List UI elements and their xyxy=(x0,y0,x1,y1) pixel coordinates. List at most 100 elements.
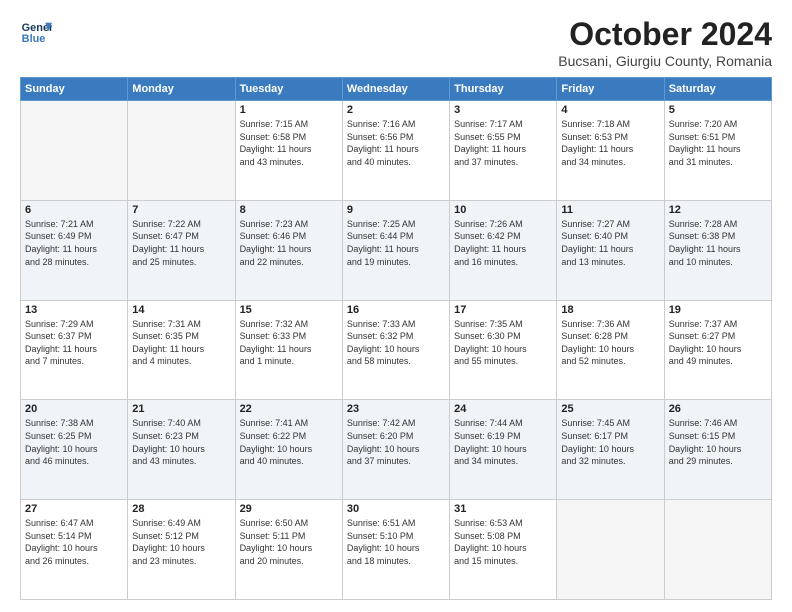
day-number: 17 xyxy=(454,304,552,316)
logo-icon: General Blue xyxy=(20,16,52,48)
day-info: Sunrise: 7:22 AM Sunset: 6:47 PM Dayligh… xyxy=(132,218,230,268)
calendar-cell: 16Sunrise: 7:33 AM Sunset: 6:32 PM Dayli… xyxy=(342,300,449,400)
day-info: Sunrise: 7:37 AM Sunset: 6:27 PM Dayligh… xyxy=(669,318,767,368)
day-number: 24 xyxy=(454,403,552,415)
calendar-cell xyxy=(557,500,664,600)
day-number: 22 xyxy=(240,403,338,415)
title-block: October 2024 Bucsani, Giurgiu County, Ro… xyxy=(558,16,772,69)
day-number: 30 xyxy=(347,503,445,515)
calendar-cell: 1 Sunrise: 7:15 AM Sunset: 6:58 PM Daylig… xyxy=(235,101,342,201)
calendar-cell: 17 Sunrise: 7:35 AM Sunset: 6:30 PM Dayli… xyxy=(450,300,557,400)
day-number: 19 xyxy=(669,304,767,316)
day-info: Sunrise: 7:16 AM Sunset: 6:56 PM Dayligh… xyxy=(347,118,445,168)
calendar-cell: 10 Sunrise: 7:26 AM Sunset: 6:42 PM Dayli… xyxy=(450,200,557,300)
day-number: 7 xyxy=(132,204,230,216)
day-info: Sunrise: 7:33 AM Sunset: 6:32 PM Dayligh… xyxy=(347,318,445,368)
calendar-cell: 13 Sunrise: 7:29 AM Sunset: 6:37 PM Dayli… xyxy=(21,300,128,400)
day-info: Sunrise: 7:44 AM Sunset: 6:19 PM Dayligh… xyxy=(454,417,552,467)
day-number: 29 xyxy=(240,503,338,515)
day-number: 12 xyxy=(669,204,767,216)
day-number: 10 xyxy=(454,204,552,216)
calendar-cell: 4Sunrise: 7:18 AM Sunset: 6:53 PM Daylig… xyxy=(557,101,664,201)
subtitle: Bucsani, Giurgiu County, Romania xyxy=(558,53,772,69)
day-number: 5 xyxy=(669,104,767,116)
day-info: Sunrise: 7:27 AM Sunset: 6:40 PM Dayligh… xyxy=(561,218,659,268)
logo: General Blue xyxy=(20,16,52,48)
calendar-cell: 21 Sunrise: 7:40 AM Sunset: 6:23 PM Dayli… xyxy=(128,400,235,500)
calendar-cell: 24 Sunrise: 7:44 AM Sunset: 6:19 PM Dayli… xyxy=(450,400,557,500)
week-row-4: 20 Sunrise: 7:38 AM Sunset: 6:25 PM Dayli… xyxy=(21,400,772,500)
day-info: Sunrise: 7:25 AM Sunset: 6:44 PM Dayligh… xyxy=(347,218,445,268)
calendar-cell: 3 Sunrise: 7:17 AM Sunset: 6:55 PM Daylig… xyxy=(450,101,557,201)
col-header-tuesday: Tuesday xyxy=(235,78,342,101)
page: General Blue October 2024 Bucsani, Giurg… xyxy=(0,0,792,612)
day-info: Sunrise: 6:47 AM Sunset: 5:14 PM Dayligh… xyxy=(25,517,123,567)
calendar-cell: 22 Sunrise: 7:41 AM Sunset: 6:22 PM Dayli… xyxy=(235,400,342,500)
day-number: 3 xyxy=(454,104,552,116)
day-number: 13 xyxy=(25,304,123,316)
day-number: 26 xyxy=(669,403,767,415)
calendar-table: SundayMondayTuesdayWednesdayThursdayFrid… xyxy=(20,77,772,600)
calendar-cell: 20 Sunrise: 7:38 AM Sunset: 6:25 PM Dayli… xyxy=(21,400,128,500)
day-number: 21 xyxy=(132,403,230,415)
calendar-cell xyxy=(128,101,235,201)
day-number: 25 xyxy=(561,403,659,415)
day-info: Sunrise: 6:49 AM Sunset: 5:12 PM Dayligh… xyxy=(132,517,230,567)
calendar-cell: 28Sunrise: 6:49 AM Sunset: 5:12 PM Dayli… xyxy=(128,500,235,600)
day-info: Sunrise: 7:28 AM Sunset: 6:38 PM Dayligh… xyxy=(669,218,767,268)
day-info: Sunrise: 7:36 AM Sunset: 6:28 PM Dayligh… xyxy=(561,318,659,368)
day-info: Sunrise: 6:53 AM Sunset: 5:08 PM Dayligh… xyxy=(454,517,552,567)
day-number: 9 xyxy=(347,204,445,216)
calendar-cell: 11 Sunrise: 7:27 AM Sunset: 6:40 PM Dayli… xyxy=(557,200,664,300)
day-number: 18 xyxy=(561,304,659,316)
day-number: 14 xyxy=(132,304,230,316)
day-info: Sunrise: 7:21 AM Sunset: 6:49 PM Dayligh… xyxy=(25,218,123,268)
col-header-saturday: Saturday xyxy=(664,78,771,101)
day-info: Sunrise: 7:38 AM Sunset: 6:25 PM Dayligh… xyxy=(25,417,123,467)
day-info: Sunrise: 7:40 AM Sunset: 6:23 PM Dayligh… xyxy=(132,417,230,467)
day-info: Sunrise: 7:32 AM Sunset: 6:33 PM Dayligh… xyxy=(240,318,338,368)
calendar-cell: 26 Sunrise: 7:46 AM Sunset: 6:15 PM Dayli… xyxy=(664,400,771,500)
day-info: Sunrise: 7:29 AM Sunset: 6:37 PM Dayligh… xyxy=(25,318,123,368)
day-number: 11 xyxy=(561,204,659,216)
calendar-cell: 18 Sunrise: 7:36 AM Sunset: 6:28 PM Dayli… xyxy=(557,300,664,400)
day-info: Sunrise: 7:41 AM Sunset: 6:22 PM Dayligh… xyxy=(240,417,338,467)
calendar-cell: 8Sunrise: 7:23 AM Sunset: 6:46 PM Daylig… xyxy=(235,200,342,300)
day-info: Sunrise: 7:26 AM Sunset: 6:42 PM Dayligh… xyxy=(454,218,552,268)
calendar-cell: 14 Sunrise: 7:31 AM Sunset: 6:35 PM Dayli… xyxy=(128,300,235,400)
day-number: 1 xyxy=(240,104,338,116)
day-number: 8 xyxy=(240,204,338,216)
day-number: 23 xyxy=(347,403,445,415)
calendar-cell: 15 Sunrise: 7:32 AM Sunset: 6:33 PM Dayli… xyxy=(235,300,342,400)
calendar-cell: 9 Sunrise: 7:25 AM Sunset: 6:44 PM Daylig… xyxy=(342,200,449,300)
col-header-monday: Monday xyxy=(128,78,235,101)
day-info: Sunrise: 7:17 AM Sunset: 6:55 PM Dayligh… xyxy=(454,118,552,168)
calendar-cell: 12 Sunrise: 7:28 AM Sunset: 6:38 PM Dayli… xyxy=(664,200,771,300)
day-info: Sunrise: 7:15 AM Sunset: 6:58 PM Dayligh… xyxy=(240,118,338,168)
col-header-wednesday: Wednesday xyxy=(342,78,449,101)
day-info: Sunrise: 7:46 AM Sunset: 6:15 PM Dayligh… xyxy=(669,417,767,467)
week-row-2: 6 Sunrise: 7:21 AM Sunset: 6:49 PM Daylig… xyxy=(21,200,772,300)
main-title: October 2024 xyxy=(558,16,772,53)
calendar-header-row: SundayMondayTuesdayWednesdayThursdayFrid… xyxy=(21,78,772,101)
col-header-thursday: Thursday xyxy=(450,78,557,101)
day-info: Sunrise: 7:18 AM Sunset: 6:53 PM Dayligh… xyxy=(561,118,659,168)
day-number: 31 xyxy=(454,503,552,515)
day-info: Sunrise: 6:51 AM Sunset: 5:10 PM Dayligh… xyxy=(347,517,445,567)
day-info: Sunrise: 7:42 AM Sunset: 6:20 PM Dayligh… xyxy=(347,417,445,467)
day-number: 20 xyxy=(25,403,123,415)
day-number: 6 xyxy=(25,204,123,216)
day-info: Sunrise: 7:31 AM Sunset: 6:35 PM Dayligh… xyxy=(132,318,230,368)
svg-text:Blue: Blue xyxy=(22,33,46,45)
calendar-cell: 25Sunrise: 7:45 AM Sunset: 6:17 PM Dayli… xyxy=(557,400,664,500)
calendar-cell: 7 Sunrise: 7:22 AM Sunset: 6:47 PM Daylig… xyxy=(128,200,235,300)
calendar-cell: 27Sunrise: 6:47 AM Sunset: 5:14 PM Dayli… xyxy=(21,500,128,600)
week-row-5: 27Sunrise: 6:47 AM Sunset: 5:14 PM Dayli… xyxy=(21,500,772,600)
day-info: Sunrise: 7:20 AM Sunset: 6:51 PM Dayligh… xyxy=(669,118,767,168)
calendar-cell: 30 Sunrise: 6:51 AM Sunset: 5:10 PM Dayli… xyxy=(342,500,449,600)
calendar-cell xyxy=(21,101,128,201)
day-info: Sunrise: 7:35 AM Sunset: 6:30 PM Dayligh… xyxy=(454,318,552,368)
calendar-cell: 2Sunrise: 7:16 AM Sunset: 6:56 PM Daylig… xyxy=(342,101,449,201)
calendar-cell: 31 Sunrise: 6:53 AM Sunset: 5:08 PM Dayli… xyxy=(450,500,557,600)
day-number: 15 xyxy=(240,304,338,316)
